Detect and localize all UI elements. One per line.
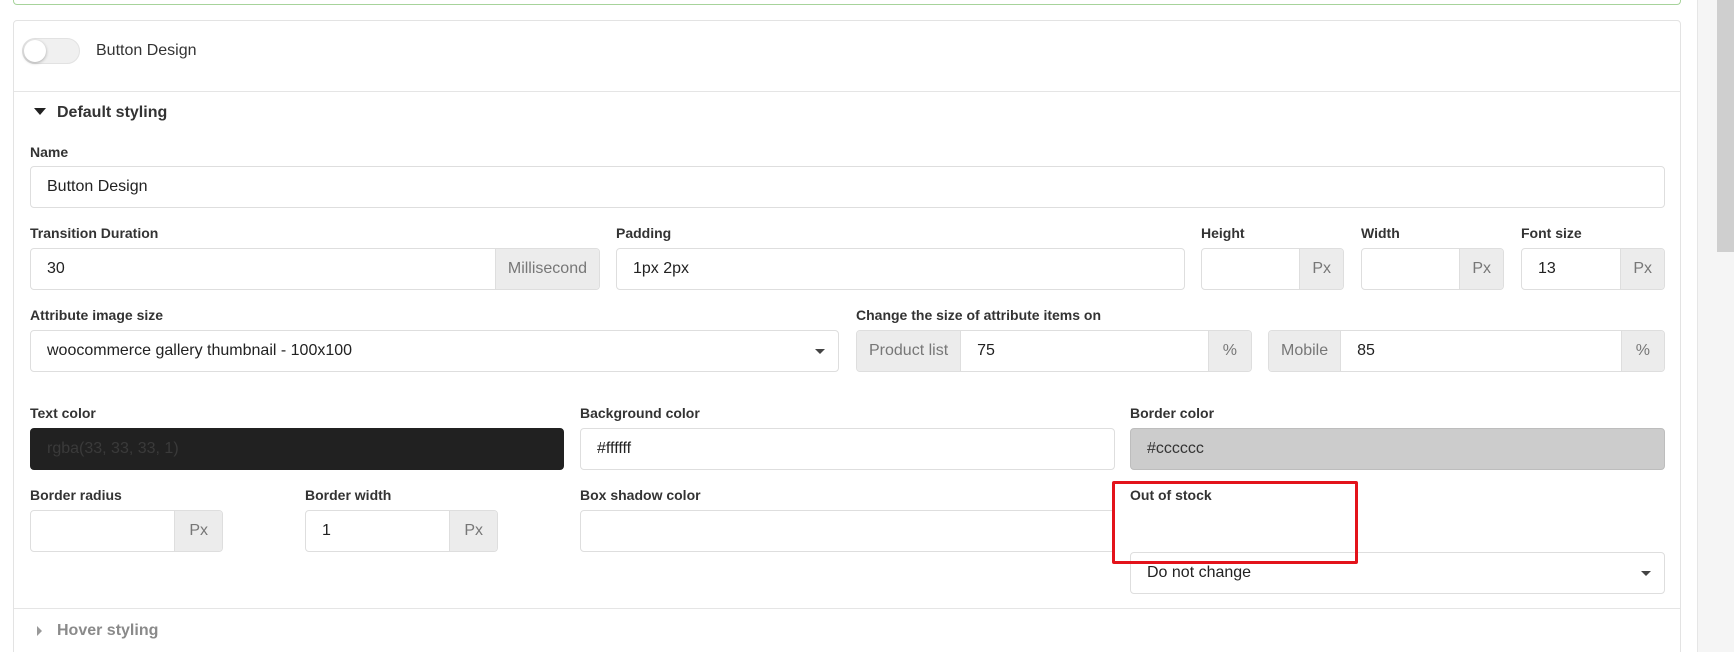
previous-panel-edge: [13, 0, 1681, 5]
width-label: Width: [1361, 225, 1400, 241]
mobile-size-field[interactable]: Mobile 85 %: [1268, 330, 1665, 372]
chevron-right-icon[interactable]: [37, 626, 42, 636]
mobile-size-value: 85: [1357, 342, 1375, 359]
chevron-down-icon[interactable]: [34, 108, 46, 115]
width-field[interactable]: Px: [1361, 248, 1504, 290]
border-width-field[interactable]: 1 Px: [305, 510, 498, 552]
out-of-stock-label: Out of stock: [1130, 487, 1212, 503]
name-field[interactable]: Button Design: [30, 166, 1665, 208]
border-radius-field[interactable]: Px: [30, 510, 223, 552]
padding-value: 1px 2px: [633, 260, 690, 277]
border-radius-value: [31, 511, 174, 551]
button-design-toggle[interactable]: [22, 38, 80, 64]
product-list-size-field[interactable]: Product list 75 %: [856, 330, 1252, 372]
background-color-input[interactable]: #ffffff: [580, 428, 1115, 470]
width-value: [1362, 249, 1459, 289]
toggle-knob: [24, 40, 46, 62]
font-size-unit: Px: [1620, 249, 1664, 289]
border-color-input[interactable]: #cccccc: [1130, 428, 1665, 470]
attribute-image-size-select[interactable]: woocommerce gallery thumbnail - 100x100: [30, 330, 839, 372]
attribute-items-size-label: Change the size of attribute items on: [856, 307, 1102, 323]
font-size-label: Font size: [1521, 225, 1582, 241]
box-shadow-color-label: Box shadow color: [580, 487, 701, 503]
mobile-prefix: Mobile: [1269, 331, 1342, 371]
hover-styling-toggle[interactable]: Hover styling: [57, 622, 158, 640]
name-value: Button Design: [47, 178, 148, 195]
border-width-value: 1: [322, 522, 331, 539]
height-label: Height: [1201, 225, 1245, 241]
panel-title: Button Design: [96, 42, 197, 59]
millisecond-unit: Millisecond: [494, 249, 599, 289]
product-list-size-value: 75: [977, 342, 995, 359]
name-label: Name: [30, 144, 69, 160]
border-radius-label: Border radius: [30, 487, 122, 503]
background-color-label: Background color: [580, 405, 700, 421]
padding-field[interactable]: 1px 2px: [616, 248, 1185, 290]
box-shadow-color-input[interactable]: [580, 510, 1115, 552]
font-size-field[interactable]: 13 Px: [1521, 248, 1665, 290]
dropdown-arrow-icon: [1641, 571, 1651, 576]
border-radius-unit: Px: [174, 511, 222, 551]
product-list-prefix: Product list: [857, 331, 962, 371]
text-color-label: Text color: [30, 405, 96, 421]
header-divider: [14, 91, 1680, 92]
padding-label: Padding: [616, 225, 672, 241]
text-color-input[interactable]: rgba(33, 33, 33, 1): [30, 428, 564, 470]
mobile-percent-unit: %: [1620, 331, 1664, 371]
out-of-stock-value: Do not change: [1147, 564, 1252, 581]
attribute-image-size-label: Attribute image size: [30, 307, 164, 323]
section-divider: [14, 608, 1680, 609]
border-color-label: Border color: [1130, 405, 1215, 421]
attribute-image-size-value: woocommerce gallery thumbnail - 100x100: [47, 342, 353, 359]
height-unit: Px: [1299, 249, 1343, 289]
border-width-unit: Px: [449, 511, 497, 551]
dropdown-arrow-icon: [815, 349, 825, 354]
transition-duration-label: Transition Duration: [30, 225, 159, 241]
font-size-value: 13: [1538, 260, 1556, 277]
border-width-label: Border width: [305, 487, 392, 503]
scrollbar-thumb[interactable]: [1717, 0, 1734, 252]
transition-duration-field[interactable]: 30 Millisecond: [30, 248, 600, 290]
product-list-percent-unit: %: [1207, 331, 1251, 371]
width-unit: Px: [1459, 249, 1503, 289]
height-field[interactable]: Px: [1201, 248, 1344, 290]
transition-duration-value: 30: [47, 260, 65, 277]
out-of-stock-select[interactable]: Do not change: [1130, 552, 1665, 594]
height-value: [1202, 249, 1299, 289]
default-styling-toggle[interactable]: Default styling: [57, 104, 167, 122]
